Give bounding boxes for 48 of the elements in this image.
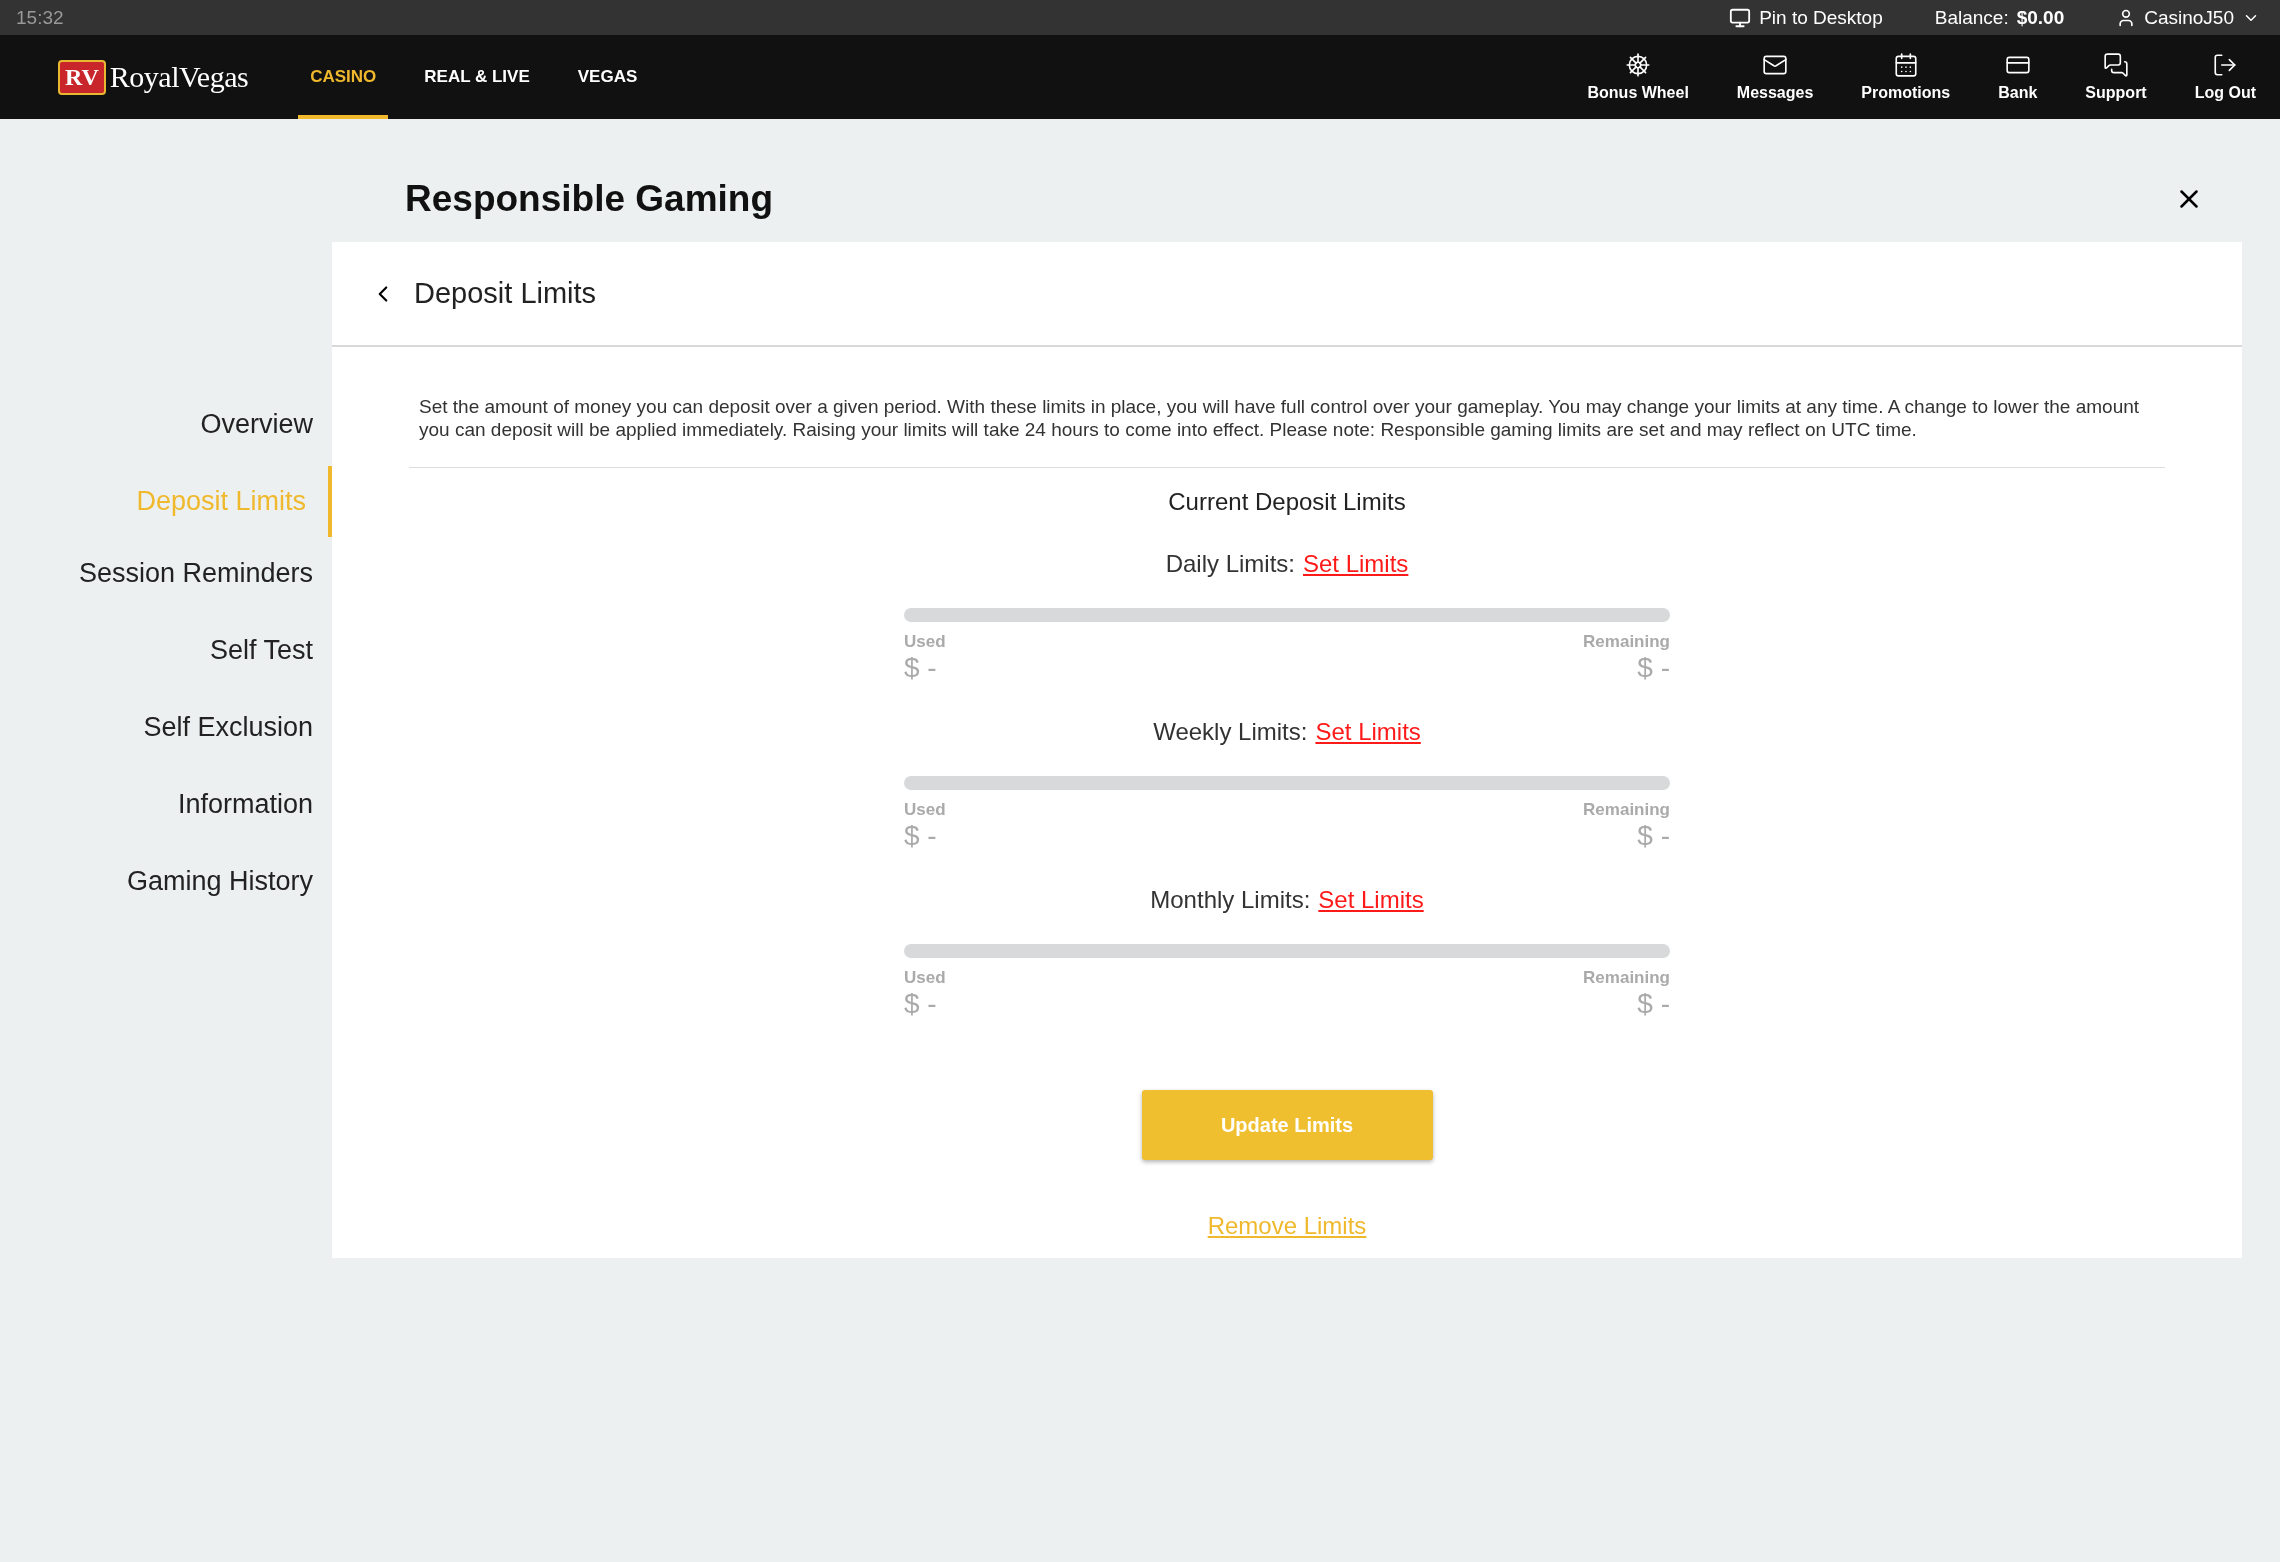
page-title: Responsible Gaming bbox=[405, 177, 773, 220]
nav-action[interactable]: Log Out bbox=[2170, 35, 2280, 119]
used-value: $ - bbox=[904, 652, 937, 684]
nav-tab[interactable]: VEGAS bbox=[565, 35, 650, 119]
sidebar-item[interactable]: Information bbox=[0, 769, 332, 840]
limit-label: Monthly Limits: bbox=[1150, 886, 1311, 914]
clock: 15:32 bbox=[16, 6, 64, 29]
wheel-icon bbox=[1625, 52, 1652, 78]
remaining-value: $ - bbox=[1637, 988, 1670, 1020]
used-value: $ - bbox=[904, 820, 937, 852]
nav-action[interactable]: Bank bbox=[1974, 35, 2062, 119]
remaining-value: $ - bbox=[1637, 820, 1670, 852]
monitor-icon bbox=[1729, 6, 1752, 29]
nav-action[interactable]: Messages bbox=[1712, 35, 1838, 119]
set-limits-link[interactable]: Set Limits bbox=[1303, 550, 1409, 578]
remaining-label: Remaining bbox=[1583, 800, 1670, 820]
used-label: Used bbox=[904, 632, 946, 652]
nav-tab[interactable]: CASINO bbox=[298, 35, 389, 119]
balance-label: Balance: bbox=[1934, 6, 2009, 29]
sidebar-item[interactable]: Gaming History bbox=[0, 846, 332, 917]
sidebar-item[interactable]: Overview bbox=[0, 389, 332, 460]
used-value: $ - bbox=[904, 988, 937, 1020]
remaining-value: $ - bbox=[1637, 652, 1670, 684]
sidebar-item[interactable]: Session Reminders bbox=[0, 538, 332, 609]
limit-label: Daily Limits: bbox=[1165, 550, 1295, 578]
remaining-label: Remaining bbox=[1583, 632, 1670, 652]
nav-action[interactable]: Bonus Wheel bbox=[1563, 35, 1713, 119]
nav-action[interactable]: Promotions bbox=[1837, 35, 1975, 119]
pin-to-desktop-link[interactable]: Pin to Desktop bbox=[1759, 6, 1883, 29]
set-limits-link[interactable]: Set Limits bbox=[1315, 718, 1421, 746]
logo-badge: RV bbox=[58, 59, 106, 95]
remaining-label: Remaining bbox=[1583, 968, 1670, 988]
description-text: Set the amount of money you can deposit over a given period. With these limits in place, you will have full control over your gameplay. You may change your limits at any time. A change to lower the amount you can deposit will be applied immediately. Raising your limits will take 24 hours to come into effect. Please note: Responsible gaming limits are set and may reflect on UTC time. bbox=[409, 395, 2165, 468]
nav-action[interactable]: Support bbox=[2061, 35, 2171, 119]
nav-tab[interactable]: REAL & LIVE bbox=[412, 35, 542, 119]
calendar-icon bbox=[1892, 52, 1919, 78]
set-limits-link[interactable]: Set Limits bbox=[1318, 886, 1424, 914]
used-label: Used bbox=[904, 800, 946, 820]
username[interactable]: CasinoJ50 bbox=[2144, 6, 2234, 29]
logo-text: RoyalVegas bbox=[109, 60, 249, 94]
limit-label: Weekly Limits: bbox=[1153, 718, 1308, 746]
chat-icon bbox=[2103, 52, 2129, 78]
sidebar-item[interactable]: Self Test bbox=[0, 615, 332, 686]
balance-value: $0.00 bbox=[2016, 6, 2065, 29]
panel-title: Deposit Limits bbox=[414, 277, 597, 310]
section-title: Current Deposit Limits bbox=[1168, 488, 1406, 516]
sidebar-item[interactable]: Self Exclusion bbox=[0, 692, 332, 763]
used-label: Used bbox=[904, 968, 946, 988]
